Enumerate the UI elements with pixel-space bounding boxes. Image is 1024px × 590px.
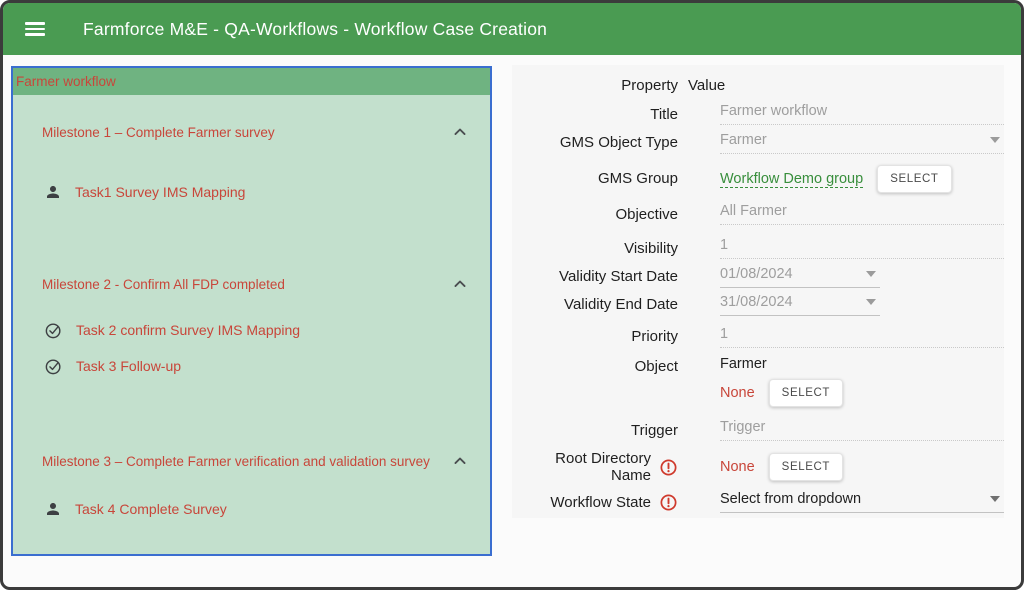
workflow-state-label-text: Workflow State bbox=[550, 494, 651, 511]
workflow-tree-panel: Farmer workflow Milestone 1 – Complete F… bbox=[11, 66, 492, 556]
workflow-state-label: Workflow State bbox=[512, 493, 678, 512]
gms-group-label: GMS Group bbox=[512, 170, 678, 187]
gms-group-select-button[interactable]: SELECT bbox=[877, 165, 951, 193]
objective-row: Objective All Farmer bbox=[512, 201, 1004, 227]
visibility-label: Visibility bbox=[512, 240, 678, 257]
app-bar: Farmforce M&E - QA-Workflows - Workflow … bbox=[3, 3, 1021, 55]
gms-object-type-label: GMS Object Type bbox=[512, 134, 678, 151]
title-label: Title bbox=[512, 106, 678, 123]
validity-start-date-value: 01/08/2024 bbox=[720, 266, 793, 282]
dropdown-arrow-icon bbox=[990, 137, 1000, 143]
app-window: Farmforce M&E - QA-Workflows - Workflow … bbox=[0, 0, 1024, 590]
check-circle-icon bbox=[44, 321, 63, 340]
task-label: Task1 Survey IMS Mapping bbox=[75, 184, 245, 200]
priority-label: Priority bbox=[512, 328, 678, 345]
object-selection-row: None SELECT bbox=[512, 378, 1004, 408]
workflow-state-select[interactable]: Select from dropdown bbox=[720, 491, 1004, 513]
priority-input[interactable]: 1 bbox=[720, 326, 1004, 348]
task-row[interactable]: Task 2 confirm Survey IMS Mapping bbox=[13, 318, 490, 342]
warning-icon bbox=[659, 458, 678, 477]
person-icon bbox=[44, 500, 62, 518]
root-directory-value: None bbox=[720, 459, 755, 475]
task-label: Task 4 Complete Survey bbox=[75, 501, 227, 517]
dropdown-arrow-icon bbox=[866, 271, 876, 277]
value-column-header: Value bbox=[688, 77, 725, 94]
check-circle-icon bbox=[44, 357, 63, 376]
root-directory-label: Root Directory Name bbox=[512, 450, 678, 484]
task-label: Task 2 confirm Survey IMS Mapping bbox=[76, 322, 300, 338]
menu-icon[interactable] bbox=[25, 22, 45, 36]
title-input[interactable]: Farmer workflow bbox=[720, 103, 1004, 125]
objective-input[interactable]: All Farmer bbox=[720, 203, 1004, 225]
milestone-3-row[interactable]: Milestone 3 – Complete Farmer verificati… bbox=[13, 453, 490, 469]
gms-group-row: GMS Group Workflow Demo group SELECT bbox=[512, 162, 1004, 195]
milestone-3-title: Milestone 3 – Complete Farmer verificati… bbox=[42, 454, 430, 469]
root-directory-select-button[interactable]: SELECT bbox=[769, 453, 843, 481]
workflow-state-row: Workflow State Select from dropdown bbox=[512, 486, 1004, 518]
title-row: Title Farmer workflow bbox=[512, 101, 1004, 127]
visibility-input[interactable]: 1 bbox=[720, 237, 1004, 259]
trigger-row: Trigger Trigger bbox=[512, 416, 1004, 444]
task-row[interactable]: Task1 Survey IMS Mapping bbox=[13, 180, 490, 204]
dropdown-arrow-icon bbox=[990, 496, 1000, 502]
gms-object-type-row: GMS Object Type Farmer bbox=[512, 129, 1004, 156]
validity-start-date-label: Validity Start Date bbox=[512, 268, 678, 285]
page-title: Farmforce M&E - QA-Workflows - Workflow … bbox=[83, 19, 547, 40]
object-select-button[interactable]: SELECT bbox=[769, 379, 843, 407]
object-row: Object Farmer bbox=[512, 356, 1004, 376]
person-icon bbox=[44, 183, 62, 201]
object-value: Farmer bbox=[720, 356, 1004, 377]
milestone-1-title: Milestone 1 – Complete Farmer survey bbox=[42, 125, 275, 140]
task-row[interactable]: Task 3 Follow-up bbox=[13, 354, 490, 378]
root-directory-label-text: Root Directory Name bbox=[512, 450, 651, 484]
object-selection-value: None bbox=[720, 385, 755, 401]
collapse-chevron-up-icon[interactable] bbox=[450, 274, 470, 294]
validity-end-date-value: 31/08/2024 bbox=[720, 294, 793, 310]
milestone-1-row[interactable]: Milestone 1 – Complete Farmer survey bbox=[13, 124, 490, 140]
validity-start-date-picker[interactable]: 01/08/2024 bbox=[720, 266, 880, 288]
workflow-state-value: Select from dropdown bbox=[720, 491, 861, 507]
task-label: Task 3 Follow-up bbox=[76, 358, 181, 374]
properties-panel: Property Value Title Farmer workflow GMS… bbox=[512, 65, 1004, 518]
workflow-title[interactable]: Farmer workflow bbox=[13, 68, 490, 95]
validity-end-date-picker[interactable]: 31/08/2024 bbox=[720, 294, 880, 316]
trigger-label: Trigger bbox=[512, 422, 678, 439]
objective-label: Objective bbox=[512, 206, 678, 223]
milestone-2-row[interactable]: Milestone 2 - Confirm All FDP completed bbox=[13, 276, 490, 292]
root-directory-row: Root Directory Name None SELECT bbox=[512, 452, 1004, 482]
validity-end-date-label: Validity End Date bbox=[512, 296, 678, 313]
warning-icon bbox=[659, 493, 678, 512]
property-column-header: Property bbox=[512, 77, 678, 94]
gms-object-type-select[interactable]: Farmer bbox=[720, 132, 1004, 154]
milestone-2-title: Milestone 2 - Confirm All FDP completed bbox=[42, 277, 285, 292]
object-label: Object bbox=[512, 358, 678, 375]
gms-group-link[interactable]: Workflow Demo group bbox=[720, 171, 863, 187]
priority-row: Priority 1 bbox=[512, 323, 1004, 350]
properties-header-row: Property Value bbox=[512, 75, 1004, 95]
task-row[interactable]: Task 4 Complete Survey bbox=[13, 497, 490, 521]
collapse-chevron-up-icon[interactable] bbox=[450, 451, 470, 471]
gms-object-type-value: Farmer bbox=[720, 132, 767, 148]
trigger-input[interactable]: Trigger bbox=[720, 419, 1004, 441]
visibility-row: Visibility 1 bbox=[512, 235, 1004, 261]
validity-start-date-row: Validity Start Date 01/08/2024 bbox=[512, 263, 1004, 290]
validity-end-date-row: Validity End Date 31/08/2024 bbox=[512, 291, 1004, 318]
dropdown-arrow-icon bbox=[866, 299, 876, 305]
collapse-chevron-up-icon[interactable] bbox=[450, 122, 470, 142]
